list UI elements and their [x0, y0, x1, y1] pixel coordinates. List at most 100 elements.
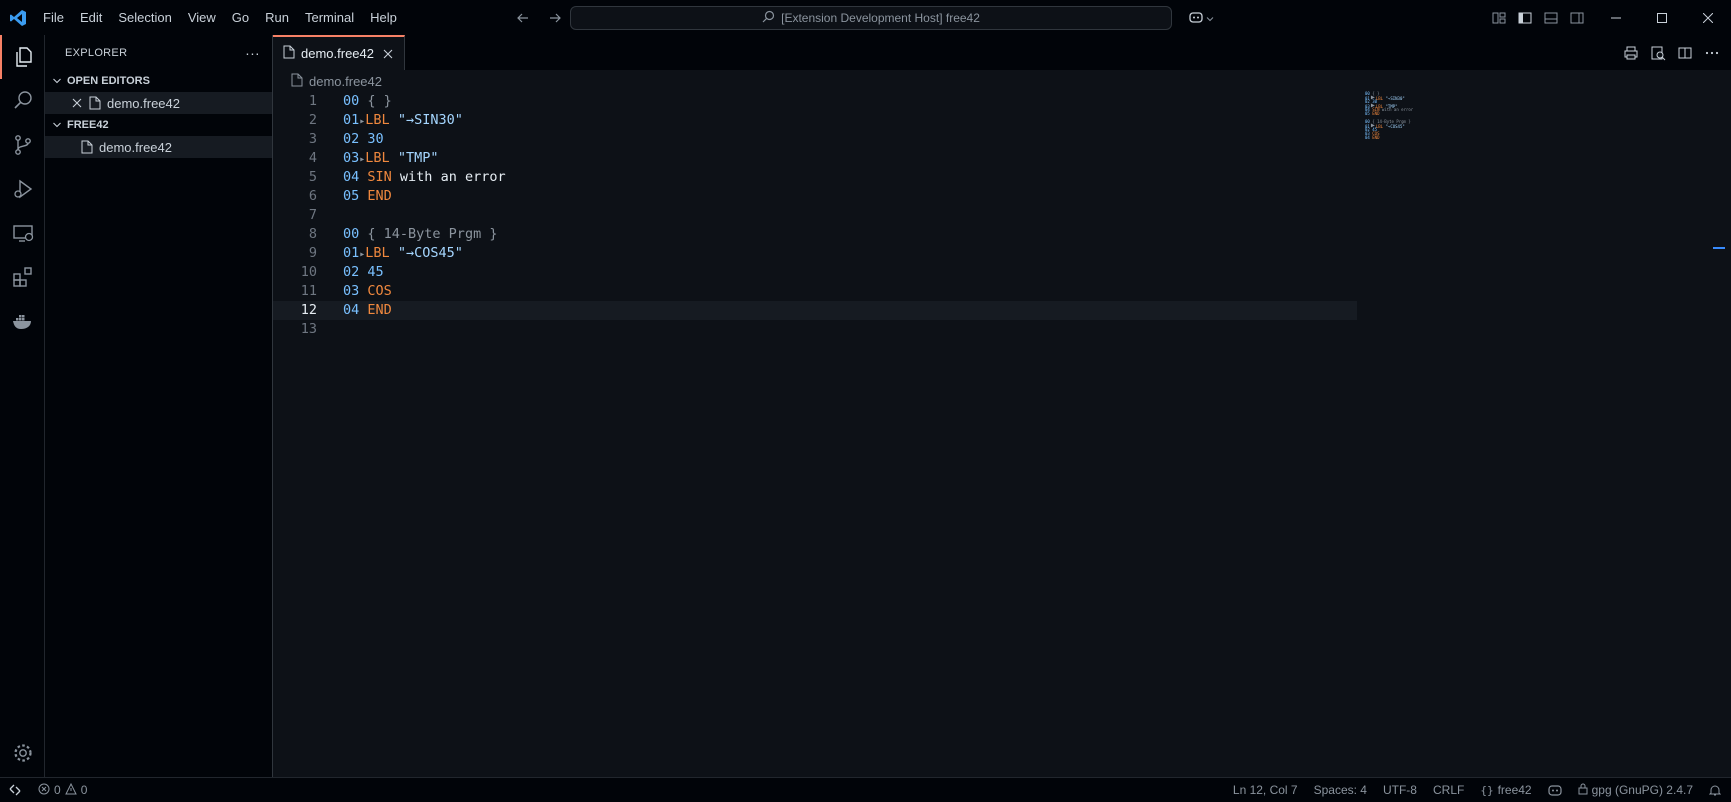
minimize-icon[interactable]	[1593, 0, 1639, 35]
token-str: "→COS45"	[397, 245, 463, 261]
token-str: "TMP"	[397, 150, 439, 166]
indentation[interactable]: Spaces: 4	[1314, 783, 1367, 797]
minimap-token: END	[1372, 135, 1380, 140]
file-tree-item[interactable]: demo.free42	[45, 136, 272, 158]
line-number: 13	[300, 321, 317, 337]
menu-go[interactable]: Go	[224, 0, 257, 35]
customize-layout-icon[interactable]	[1488, 7, 1510, 29]
command-center[interactable]: [Extension Development Host] free42	[570, 6, 1172, 30]
file-label: demo.free42	[99, 139, 172, 155]
preview-icon[interactable]	[1647, 42, 1669, 64]
explorer-sidebar: EXPLORER ··· OPEN EDITORS demo.free42 FR…	[45, 35, 273, 777]
line-number: 10	[300, 264, 317, 280]
line-content: 02 30	[343, 130, 384, 149]
line-number: 1	[308, 93, 317, 109]
menu-bar: File Edit Selection View Go Run Terminal Help	[35, 0, 405, 35]
cursor-position[interactable]: Ln 12, Col 7	[1233, 783, 1298, 797]
copilot-status-icon[interactable]	[1548, 784, 1562, 796]
split-editor-icon[interactable]	[1674, 42, 1696, 64]
token-num: 00	[343, 93, 360, 109]
menu-help[interactable]: Help	[362, 0, 405, 35]
tab-label: demo.free42	[301, 46, 374, 61]
title-bar: File Edit Selection View Go Run Terminal Help […	[0, 0, 1731, 35]
menu-terminal[interactable]: Terminal	[297, 0, 362, 35]
toggle-secondary-sidebar-icon[interactable]	[1566, 7, 1588, 29]
gpg-label: gpg (GnuPG) 2.4.7	[1591, 783, 1693, 797]
settings-icon[interactable]	[0, 731, 45, 775]
token-num: 03	[343, 283, 360, 299]
scrollbar-cursor-marker[interactable]	[1713, 247, 1725, 249]
more-actions-icon[interactable]: ···	[245, 45, 260, 61]
open-editors-section[interactable]: OPEN EDITORS	[45, 70, 272, 92]
menu-view[interactable]: View	[180, 0, 224, 35]
close-icon[interactable]	[380, 46, 396, 62]
end-of-line[interactable]: CRLF	[1433, 783, 1464, 797]
code-line[interactable]: 9 01▸LBL "→COS45"	[273, 244, 1731, 263]
open-editors-title: OPEN EDITORS	[67, 75, 150, 87]
file-icon	[79, 139, 95, 155]
code-line[interactable]: 3 02 30	[273, 130, 1731, 149]
explorer-icon[interactable]	[0, 35, 45, 79]
open-editor-item[interactable]: demo.free42	[45, 92, 272, 114]
close-window-icon[interactable]	[1685, 0, 1731, 35]
more-actions-icon[interactable]	[1701, 42, 1723, 64]
lock-icon	[1578, 783, 1588, 798]
menu-file[interactable]: File	[35, 0, 72, 35]
tab-bar: demo.free42	[273, 35, 1731, 70]
forward-arrow-icon[interactable]	[544, 7, 566, 29]
close-icon[interactable]	[69, 95, 85, 111]
code-line[interactable]: 5 04 SIN with an error	[273, 168, 1731, 187]
line-content: 04 SIN with an error	[343, 168, 506, 187]
notifications-icon[interactable]	[1709, 784, 1721, 797]
print-icon[interactable]	[1620, 42, 1642, 64]
search-icon[interactable]	[0, 79, 45, 123]
copilot-icon	[1188, 10, 1204, 27]
maximize-icon[interactable]	[1639, 0, 1685, 35]
code-line[interactable]: 8 00 { 14-Byte Prgm }	[273, 225, 1731, 244]
code-editor[interactable]: 1 00 { } 2 01▸LBL "→SIN30" 3 02 30 4 03▸LBL "TM…	[273, 92, 1731, 339]
line-number: 9	[308, 245, 317, 261]
docker-icon[interactable]	[0, 299, 45, 343]
line-content: 04 END	[343, 301, 392, 320]
language-mode[interactable]: {} free42	[1480, 783, 1531, 797]
code-line[interactable]: 13	[273, 320, 1731, 339]
toggle-panel-icon[interactable]	[1540, 7, 1562, 29]
token-num: 03	[343, 150, 360, 166]
code-line[interactable]: 1 00 { }	[273, 92, 1731, 111]
code-line[interactable]: 10 02 45	[273, 263, 1731, 282]
menu-edit[interactable]: Edit	[72, 0, 110, 35]
token-kw: END	[367, 302, 392, 318]
encoding[interactable]: UTF-8	[1383, 783, 1417, 797]
source-control-icon[interactable]	[0, 123, 45, 167]
back-arrow-icon[interactable]	[512, 7, 534, 29]
remote-indicator-icon[interactable]	[0, 778, 30, 802]
problems-indicator[interactable]: 0 0	[38, 782, 88, 798]
gpg-status[interactable]: gpg (GnuPG) 2.4.7	[1578, 783, 1693, 798]
line-content: 01▸LBL "→SIN30"	[343, 111, 463, 131]
line-number: 5	[308, 169, 317, 185]
tab-demo-free42[interactable]: demo.free42	[273, 35, 405, 70]
breadcrumb[interactable]: demo.free42	[273, 70, 1731, 92]
code-line[interactable]: 7	[273, 206, 1731, 225]
warning-count: 0	[80, 783, 88, 797]
code-line[interactable]: 4 03▸LBL "TMP"	[273, 149, 1731, 168]
folder-section[interactable]: FREE42	[45, 114, 272, 136]
run-debug-icon[interactable]	[0, 167, 45, 211]
remote-explorer-icon[interactable]	[0, 211, 45, 255]
line-content: 00 { 14-Byte Prgm }	[343, 225, 497, 244]
toggle-primary-sidebar-icon[interactable]	[1514, 7, 1536, 29]
minimap[interactable]: 00 { } 01▸LBL "→SIN30" 02 30 03▸LBL "TMP" 04…	[1365, 92, 1465, 144]
extensions-icon[interactable]	[0, 255, 45, 299]
token-num: 01	[343, 112, 360, 128]
code-line[interactable]: 2 01▸LBL "→SIN30"	[273, 111, 1731, 130]
copilot-menu-button[interactable]	[1184, 7, 1218, 29]
menu-run[interactable]: Run	[257, 0, 297, 35]
code-line[interactable]: 11 03 COS	[273, 282, 1731, 301]
token-kw: LBL	[365, 112, 390, 128]
code-line[interactable]: 6 05 END	[273, 187, 1731, 206]
code-line[interactable]: 12 04 END	[273, 301, 1357, 320]
token-num: 04	[343, 169, 360, 185]
token-num: 02	[343, 131, 360, 147]
token-kw: COS	[367, 283, 392, 299]
menu-selection[interactable]: Selection	[110, 0, 179, 35]
